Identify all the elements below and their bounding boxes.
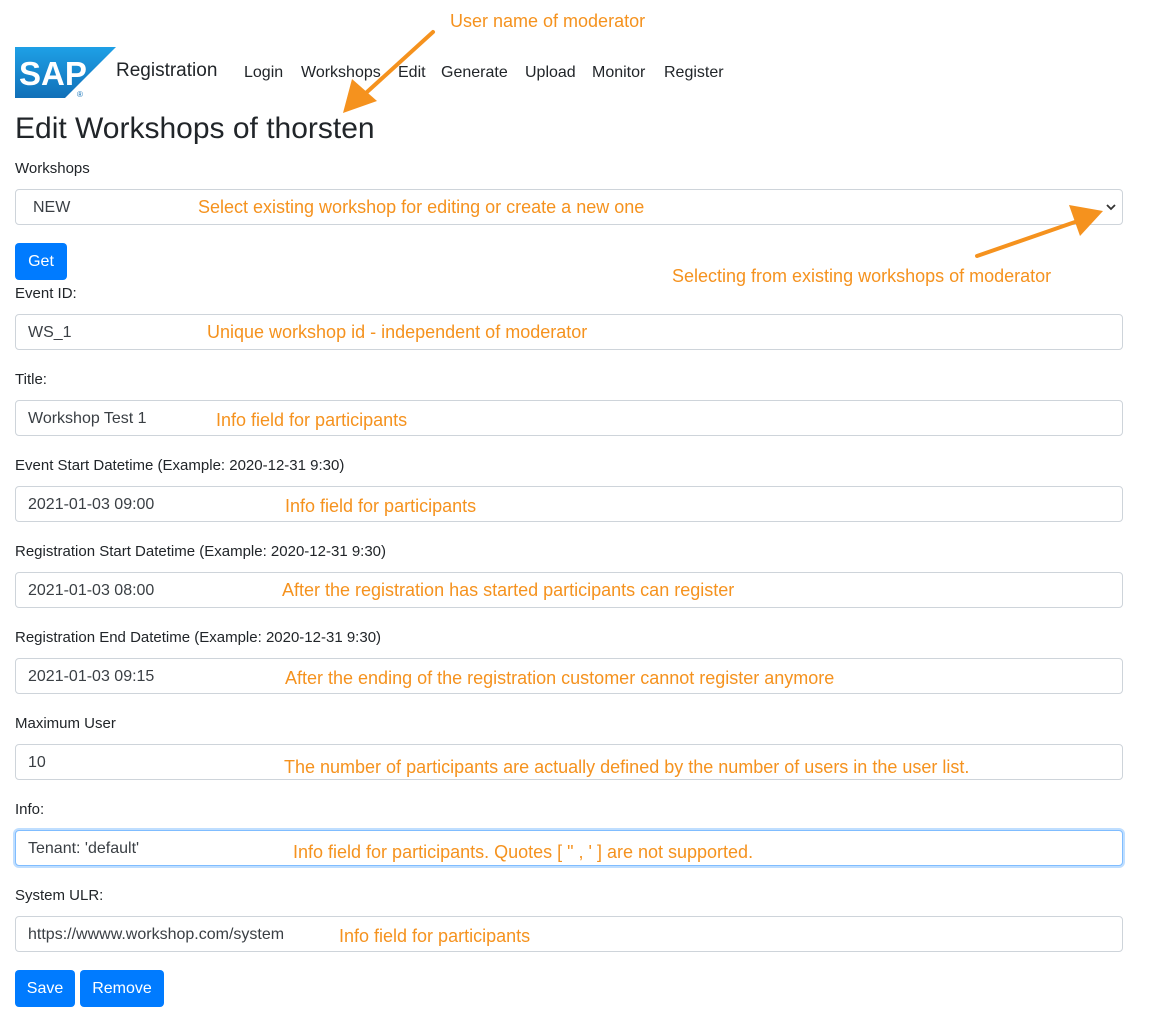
arrow-to-dropdown-icon bbox=[975, 205, 1103, 258]
arrow-to-username-icon bbox=[343, 30, 435, 113]
annotation-arrows bbox=[343, 30, 1103, 258]
